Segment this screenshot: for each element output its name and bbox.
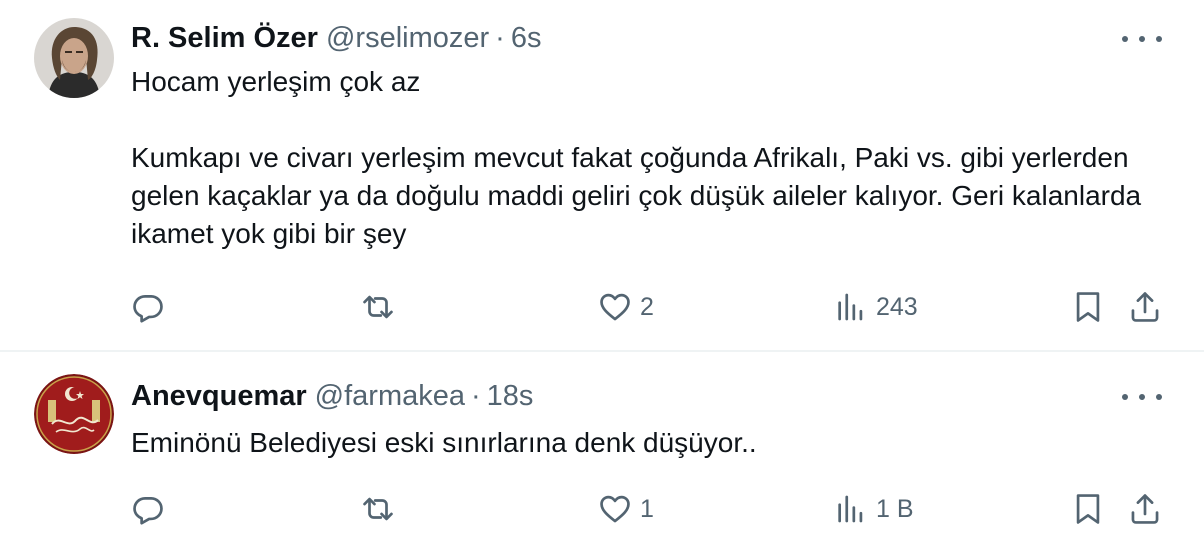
- avatar[interactable]: [34, 18, 114, 98]
- like-count: 2: [640, 292, 654, 321]
- tweet-text: Eminönü Belediyesi eski sınırlarına denk…: [131, 427, 757, 458]
- timestamp[interactable]: 6s: [511, 20, 542, 56]
- view-count: 243: [876, 292, 918, 321]
- reply-icon: [133, 497, 163, 525]
- tweet-actions: 1 1 B: [131, 489, 1171, 529]
- timestamp[interactable]: 18s: [487, 378, 534, 414]
- reply-button[interactable]: [131, 287, 165, 327]
- more-icon[interactable]: [1122, 29, 1162, 49]
- avatar[interactable]: [34, 374, 114, 454]
- display-name[interactable]: R. Selim Özer: [131, 20, 318, 56]
- reply-icon: [133, 295, 163, 323]
- heart-icon: [600, 293, 630, 321]
- bookmark-button[interactable]: [1071, 287, 1105, 327]
- tweet[interactable]: Anevquemar @farmakea · 18s Eminönü Beled…: [0, 352, 1204, 550]
- bookmark-icon: [1076, 494, 1100, 524]
- share-icon: [1131, 292, 1159, 322]
- tweet-header: Anevquemar @farmakea · 18s: [131, 378, 533, 414]
- views-icon: [838, 293, 863, 321]
- bookmark-button[interactable]: [1071, 489, 1105, 529]
- tweet-actions: 2 243: [131, 287, 1171, 327]
- user-handle[interactable]: @rselimozer: [326, 20, 489, 56]
- heart-icon: [600, 495, 630, 523]
- share-button[interactable]: [1128, 489, 1162, 529]
- tweet[interactable]: R. Selim Özer @rselimozer · 6s Hocam yer…: [0, 0, 1204, 352]
- user-handle[interactable]: @farmakea: [315, 378, 465, 414]
- separator-dot: ·: [471, 380, 481, 412]
- views-button[interactable]: 1 B: [834, 489, 914, 529]
- views-button[interactable]: 243: [834, 287, 918, 327]
- tweet-header: R. Selim Özer @rselimozer · 6s: [131, 20, 541, 56]
- retweet-button[interactable]: [361, 287, 395, 327]
- views-icon: [838, 495, 863, 523]
- view-count: 1 B: [876, 494, 914, 523]
- more-icon[interactable]: [1122, 387, 1162, 407]
- retweet-icon: [363, 295, 393, 319]
- share-button[interactable]: [1128, 287, 1162, 327]
- retweet-button[interactable]: [361, 489, 395, 529]
- like-button[interactable]: 1: [598, 489, 654, 529]
- bookmark-icon: [1076, 292, 1100, 322]
- retweet-icon: [363, 497, 393, 521]
- reply-button[interactable]: [131, 489, 165, 529]
- separator-dot: ·: [495, 22, 505, 54]
- display-name[interactable]: Anevquemar: [131, 378, 307, 414]
- share-icon: [1131, 494, 1159, 524]
- like-count: 1: [640, 494, 654, 523]
- like-button[interactable]: 2: [598, 287, 654, 327]
- tweet-text: Hocam yerleşim çok az Kumkapı ve civarı …: [131, 66, 1142, 249]
